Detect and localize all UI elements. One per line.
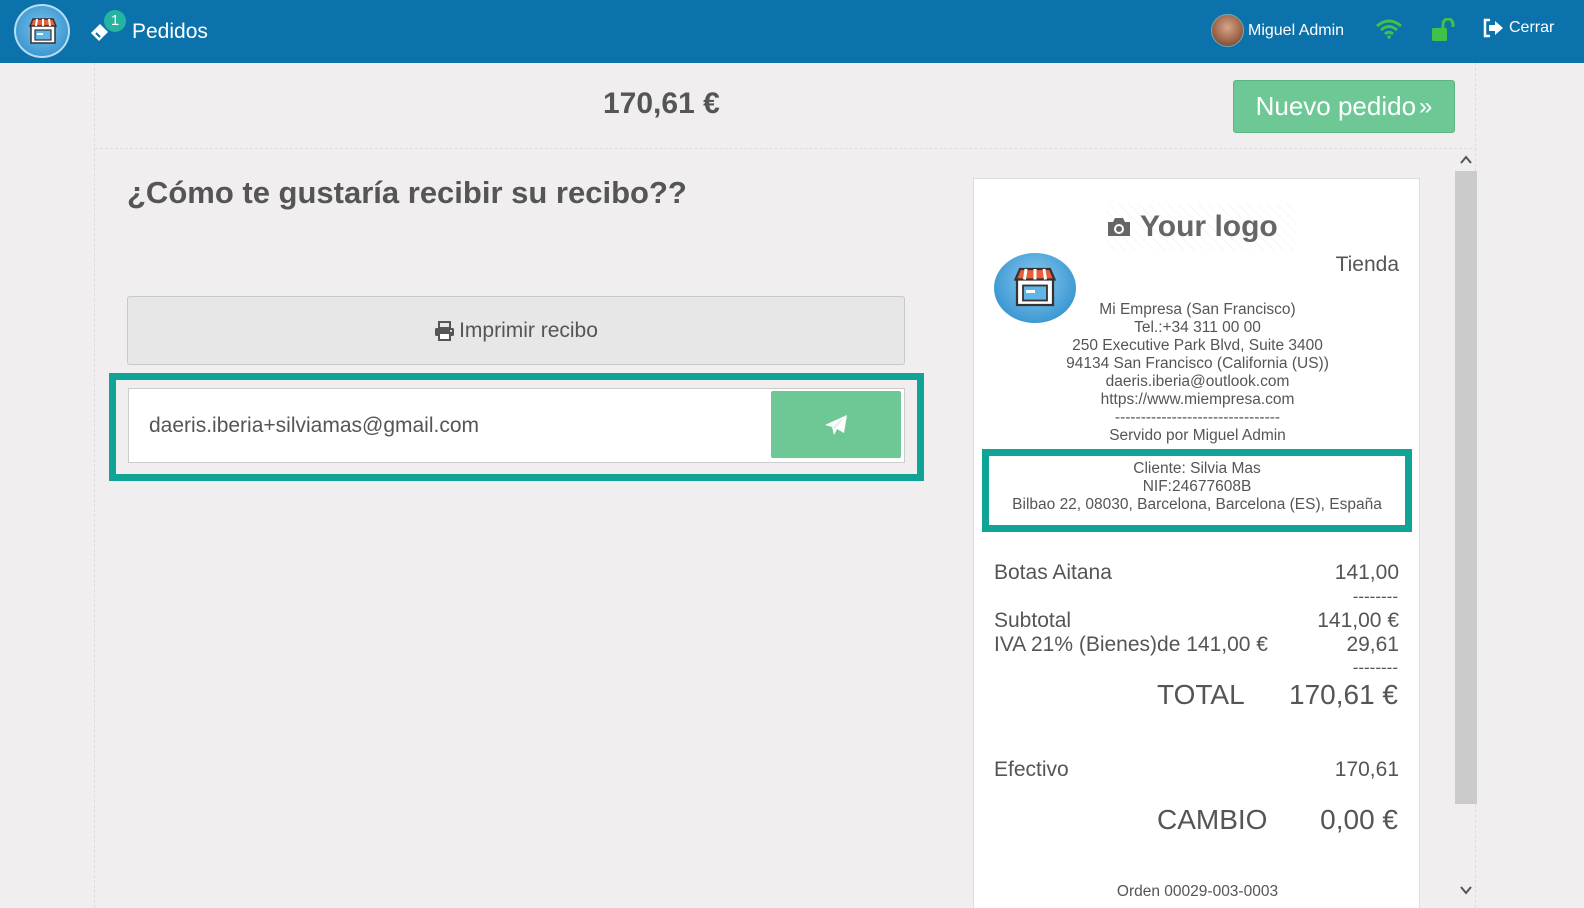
avatar (1211, 14, 1244, 47)
logo-placeholder-text: Your logo (1140, 210, 1278, 243)
company-line: daeris.iberia@outlook.com (1105, 373, 1290, 390)
client-info: Cliente: Silvia Mas NIF:24677608B Bilbao… (982, 449, 1412, 532)
company-line: -------------------------------- (1114, 409, 1281, 426)
tax-value: 29,61 (1346, 633, 1399, 656)
email-input[interactable] (129, 389, 769, 462)
company-line: Mi Empresa (San Francisco) (1099, 301, 1296, 318)
main-content: 170,61 € Nuevo pedido » ¿Cómo te gustarí… (94, 63, 1477, 908)
subtotal-label: Subtotal (994, 609, 1072, 632)
receipt-scrollbar[interactable] (1455, 153, 1477, 908)
store-logo-icon[interactable] (14, 4, 70, 58)
top-bar: 1 Pedidos Miguel Admin Cerrar (0, 0, 1584, 63)
separator: -------- (1352, 658, 1398, 677)
payment-row: Efectivo 170,61 (994, 758, 1399, 782)
orders-count-badge: 1 (104, 10, 126, 32)
order-total: 170,61 € (603, 87, 720, 120)
payment-method: Efectivo (994, 758, 1069, 781)
receipt-preview: Your logo Tienda Mi Empresa (San Francis… (973, 178, 1420, 908)
payment-header: 170,61 € Nuevo pedido » (95, 63, 1477, 149)
scrollbar-thumb[interactable] (1455, 171, 1477, 804)
company-line: Tel.:+34 311 00 00 (1134, 319, 1261, 336)
chevron-down-icon[interactable] (1460, 883, 1472, 897)
receipt-question: ¿Cómo te gustaría recibir su recibo?? (127, 175, 687, 210)
orders-button[interactable]: 1 Pedidos (88, 10, 210, 52)
email-receipt-group (128, 388, 905, 463)
logout-label: Cerrar (1509, 19, 1555, 36)
logout-button[interactable]: Cerrar (1482, 18, 1554, 38)
unlock-icon[interactable] (1430, 18, 1456, 42)
user-menu[interactable]: Miguel Admin (1211, 14, 1344, 47)
total-value: 170,61 € (1289, 679, 1398, 710)
camera-icon (1108, 218, 1130, 236)
tax-label: IVA 21% (Bienes)de 141,00 € (994, 633, 1268, 656)
shop-name: Tienda (1335, 253, 1399, 276)
send-email-button[interactable] (771, 391, 901, 458)
product-name: Botas Aitana (994, 561, 1112, 584)
order-number: Orden 00029-003-0003 (1116, 883, 1279, 900)
payment-amount: 170,61 (1334, 758, 1399, 781)
tax-row: IVA 21% (Bienes)de 141,00 € 29,61 (994, 633, 1399, 657)
company-line: Servido por Miguel Admin (1109, 427, 1286, 444)
printer-icon (435, 320, 455, 341)
client-line: Cliente: Silvia Mas (1133, 460, 1261, 477)
subtotal-row: Subtotal 141,00 € (994, 609, 1399, 633)
user-name: Miguel Admin (1248, 21, 1345, 39)
subtotal-value: 141,00 € (1317, 609, 1399, 632)
company-line: 250 Executive Park Blvd, Suite 3400 (1072, 337, 1323, 354)
chevron-up-icon[interactable] (1460, 153, 1472, 167)
total-label: TOTAL (1157, 679, 1245, 710)
client-line: Bilbao 22, 08030, Barcelona, Barcelona (… (1012, 496, 1382, 513)
print-receipt-button[interactable]: Imprimir recibo (127, 296, 905, 365)
receipt-line-item: Botas Aitana 141,00 (994, 561, 1399, 585)
print-receipt-label: Imprimir recibo (459, 318, 598, 342)
new-order-label: Nuevo pedido (1255, 91, 1417, 121)
wifi-icon (1376, 19, 1402, 39)
logo-placeholder[interactable]: Your logo (1106, 204, 1296, 250)
change-label: CAMBIO (1157, 804, 1268, 835)
separator: -------- (1352, 587, 1398, 606)
company-line: https://www.miempresa.com (1100, 391, 1295, 408)
client-line: NIF:24677608B (1142, 478, 1252, 495)
product-price: 141,00 (1334, 561, 1399, 584)
company-info: Mi Empresa (San Francisco) Tel.:+34 311 … (974, 301, 1419, 445)
paper-plane-icon (825, 414, 847, 435)
company-line: 94134 San Francisco (California (US)) (1066, 355, 1329, 372)
double-chevron-right-icon: » (1419, 92, 1433, 120)
orders-label: Pedidos (132, 20, 208, 43)
change-value: 0,00 € (1320, 804, 1398, 835)
logout-icon (1483, 18, 1503, 38)
new-order-button[interactable]: Nuevo pedido » (1233, 80, 1455, 133)
email-highlight (109, 373, 924, 481)
